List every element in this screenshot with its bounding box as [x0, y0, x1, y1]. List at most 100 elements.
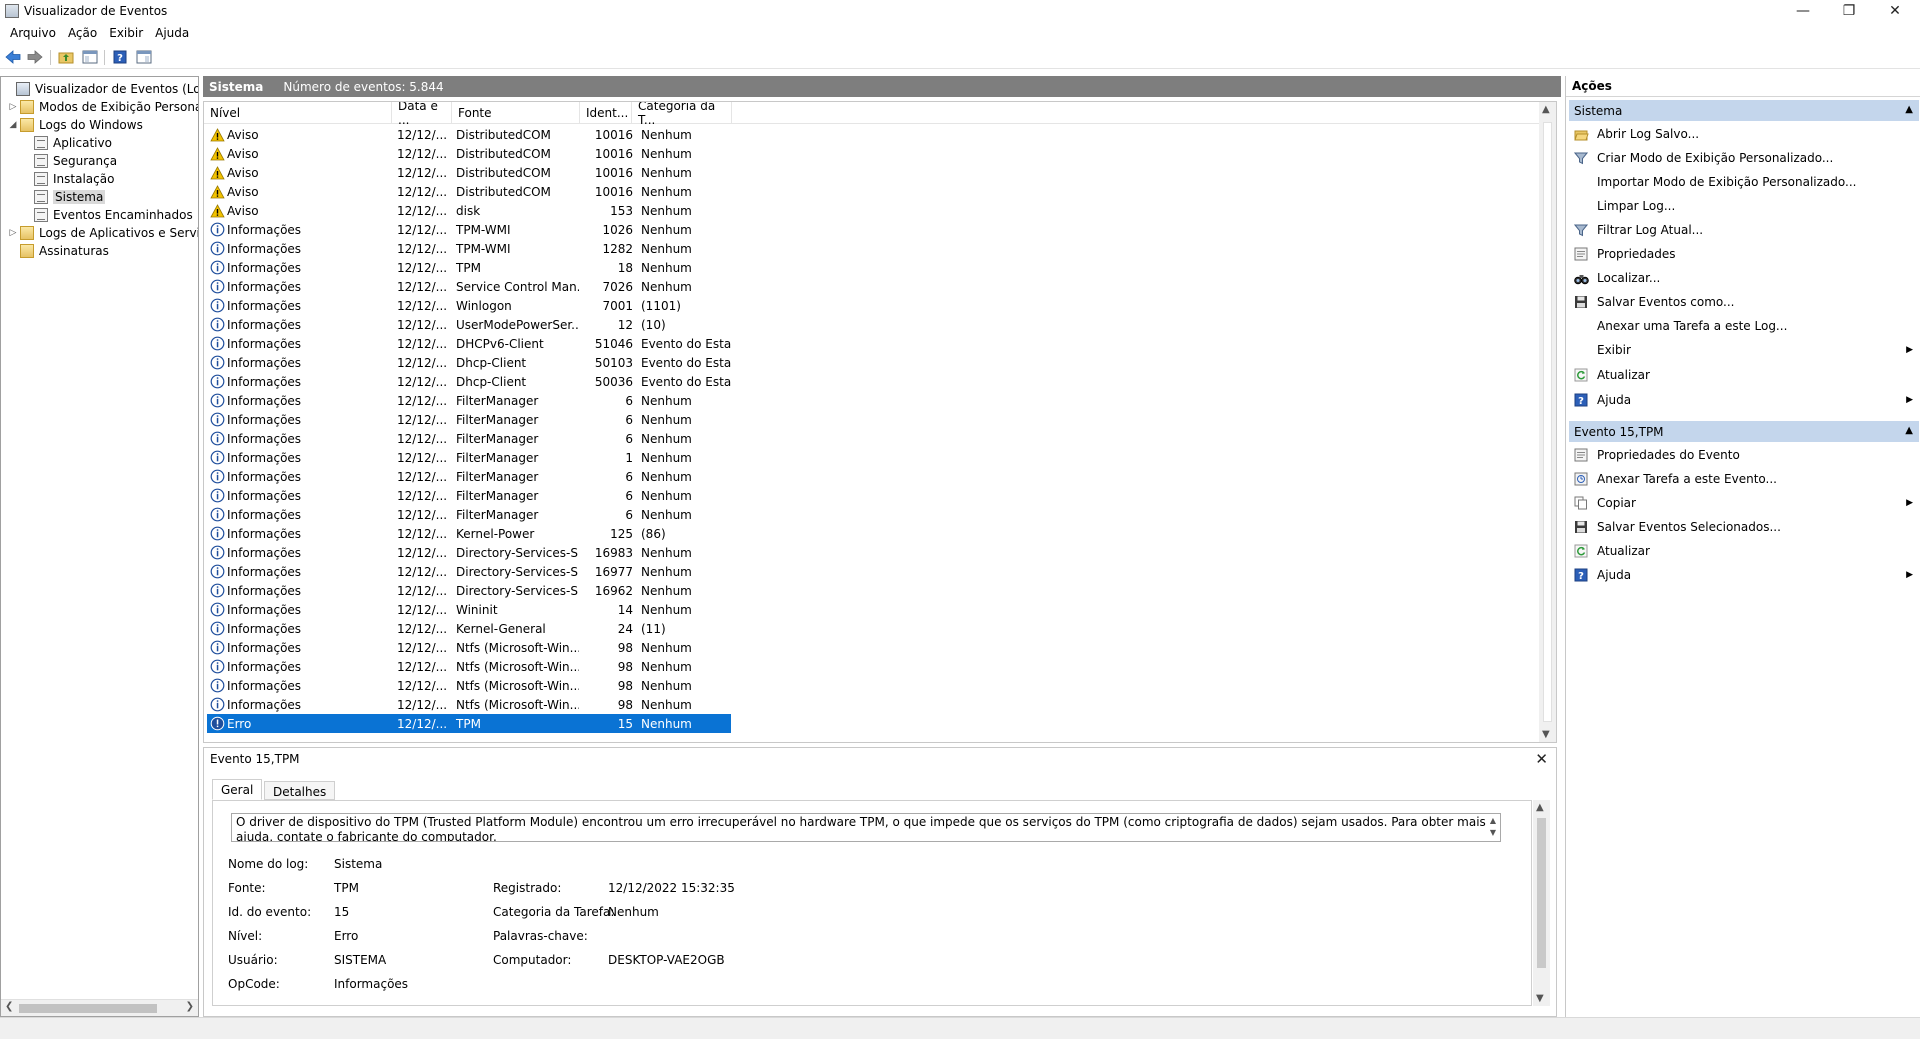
event-row-selected[interactable]: Erro 12/12/... TPM 15 Nenhum [207, 714, 731, 733]
back-arrow-icon[interactable] [4, 48, 22, 66]
collapse-chevron-icon[interactable]: ▲ [1905, 425, 1913, 436]
forward-arrow-icon[interactable] [26, 48, 44, 66]
scroll-down-arrow-icon[interactable]: ▼ [1536, 993, 1544, 1004]
event-row[interactable]: Informações 12/12/... UserModePowerSer... 1… [207, 315, 731, 334]
expand-chevron-icon[interactable]: ▷ [8, 228, 18, 238]
event-row[interactable]: Informações 12/12/... TPM-WMI 1026 Nenhum [207, 220, 731, 239]
event-row[interactable]: Informações 12/12/... FilterManager 6 Nenhum [207, 410, 731, 429]
menu-exibir[interactable]: Exibir [103, 24, 149, 44]
action-salvar-eventos-como[interactable]: Salvar Eventos como... [1569, 292, 1919, 312]
show-hide-tree-icon[interactable] [81, 48, 99, 66]
column-header-task-category[interactable]: Categoria da T... [632, 102, 732, 127]
minimize-button[interactable]: — [1780, 0, 1826, 22]
scroll-down-arrow-icon[interactable]: ▼ [1542, 729, 1550, 740]
action-exibir[interactable]: Exibir ▶ [1569, 340, 1919, 360]
action-limpar-log[interactable]: Limpar Log... [1569, 196, 1919, 216]
help-icon[interactable]: ? [111, 48, 129, 66]
actions-section-event[interactable]: Evento 15,TPM ▲ [1569, 421, 1919, 442]
action-copiar[interactable]: Copiar ▶ [1569, 493, 1919, 513]
event-row[interactable]: Informações 12/12/... Winlogon 7001 (1101) [207, 296, 731, 315]
scroll-right-arrow-icon[interactable]: ❯ [186, 1001, 194, 1012]
show-hide-action-pane-icon[interactable] [135, 48, 153, 66]
collapse-chevron-icon[interactable]: ▲ [1905, 104, 1913, 115]
action-abrir-log-salvo[interactable]: Abrir Log Salvo... [1569, 124, 1919, 144]
close-window-button[interactable]: ✕ [1872, 0, 1918, 22]
action-salvar-eventos-selecionados[interactable]: Salvar Eventos Selecionados... [1569, 517, 1919, 537]
menu-ajuda[interactable]: Ajuda [149, 24, 195, 44]
action-ajuda[interactable]: ? Ajuda ▶ [1569, 565, 1919, 585]
collapse-chevron-icon[interactable]: ◢ [8, 120, 18, 130]
scrollbar-thumb[interactable] [1537, 818, 1546, 968]
event-row[interactable]: Informações 12/12/... Directory-Services-S… [207, 562, 731, 581]
tree-node-eventos-encaminhados[interactable]: Eventos Encaminhados [34, 206, 193, 224]
maximize-button[interactable]: ❐ [1826, 0, 1872, 22]
action-criar-modo-de-exibicao-personalizado[interactable]: Criar Modo de Exibição Personalizado... [1569, 148, 1919, 168]
event-row[interactable]: Informações 12/12/... FilterManager 1 Nenhum [207, 448, 731, 467]
event-row[interactable]: Informações 12/12/... Directory-Services-S… [207, 581, 731, 600]
expand-chevron-icon[interactable]: ▷ [8, 102, 18, 112]
event-row[interactable]: Informações 12/12/... FilterManager 6 Nenhum [207, 391, 731, 410]
event-row[interactable]: Informações 12/12/... Directory-Services-S… [207, 543, 731, 562]
action-propriedades[interactable]: Propriedades [1569, 244, 1919, 264]
event-row[interactable]: Informações 12/12/... FilterManager 6 Nenhum [207, 467, 731, 486]
event-row[interactable]: Informações 12/12/... Dhcp-Client 50103 Even… [207, 353, 731, 372]
event-list-vertical-scrollbar[interactable]: ▲ ▼ [1539, 102, 1556, 742]
event-row[interactable]: Informações 12/12/... FilterManager 6 Nenhum [207, 505, 731, 524]
action-ajuda[interactable]: ? Ajuda ▶ [1569, 390, 1919, 410]
tree-node-custom-views[interactable]: ▷ Modos de Exibição Personali [8, 98, 198, 116]
action-localizar[interactable]: Localizar... [1569, 268, 1919, 288]
event-row[interactable]: Informações 12/12/... Service Control Man.… [207, 277, 731, 296]
event-row[interactable]: Informações 12/12/... Dhcp-Client 50036 Even… [207, 372, 731, 391]
event-row[interactable]: Aviso 12/12/... DistributedCOM 10016 Nenhum [207, 125, 731, 144]
tree-node-windows-logs[interactable]: ◢ Logs do Windows [8, 116, 143, 134]
scroll-up-arrow-icon[interactable]: ▲ [1542, 104, 1550, 115]
event-row[interactable]: Informações 12/12/... Kernel-Power 125 (86) [207, 524, 731, 543]
column-header-id[interactable]: Ident... [580, 102, 632, 124]
tree-node-app-services-logs[interactable]: ▷ Logs de Aplicativos e Serviço [8, 224, 198, 242]
tree-node-seguranca[interactable]: Segurança [34, 152, 117, 170]
action-propriedades-do-evento[interactable]: Propriedades do Evento [1569, 445, 1919, 465]
column-header-level[interactable]: Nível [204, 102, 392, 124]
event-row[interactable]: Informações 12/12/... Kernel-General 24 (11) [207, 619, 731, 638]
column-header-date[interactable]: Data e ... [392, 102, 452, 127]
scrollbar-thumb[interactable] [1543, 122, 1552, 722]
tree-node-subscriptions[interactable]: Assinaturas [8, 242, 109, 260]
close-icon[interactable]: ✕ [1535, 750, 1548, 768]
tree-node-instalacao[interactable]: Instalação [34, 170, 114, 188]
action-anexar-uma-tarefa-a-este-log[interactable]: Anexar uma Tarefa a este Log... [1569, 316, 1919, 336]
event-row[interactable]: Informações 12/12/... FilterManager 6 Nenhum [207, 429, 731, 448]
action-importar-modo-de-exibicao-personalizado[interactable]: Importar Modo de Exibição Personalizado.… [1569, 172, 1919, 192]
scroll-left-arrow-icon[interactable]: ❮ [5, 1001, 13, 1012]
event-row[interactable]: Informações 12/12/... Ntfs (Microsoft-Win.… [207, 657, 731, 676]
menu-arquivo[interactable]: Arquivo [4, 24, 62, 44]
event-row[interactable]: Informações 12/12/... FilterManager 6 Nenhum [207, 486, 731, 505]
event-row[interactable]: Informações 12/12/... Wininit 14 Nenhum [207, 600, 731, 619]
actions-section-sistema[interactable]: Sistema ▲ [1569, 100, 1919, 121]
event-row[interactable]: Aviso 12/12/... disk 153 Nenhum [207, 201, 731, 220]
tree-horizontal-scrollbar[interactable]: ❮ ❯ [1, 999, 198, 1016]
up-folder-icon[interactable] [57, 48, 75, 66]
event-row[interactable]: Aviso 12/12/... DistributedCOM 10016 Nenhum [207, 182, 731, 201]
tree-node-root[interactable]: Visualizador de Eventos (Local) [4, 80, 198, 98]
tab-geral[interactable]: Geral [212, 779, 263, 800]
scroll-up-arrow-icon[interactable]: ▲ [1536, 802, 1544, 813]
event-row[interactable]: Informações 12/12/... TPM-WMI 1282 Nenhum [207, 239, 731, 258]
action-atualizar[interactable]: Atualizar [1569, 541, 1919, 561]
menu-acao[interactable]: Ação [62, 24, 103, 44]
tree-node-sistema[interactable]: Sistema [34, 188, 106, 206]
event-description[interactable]: O driver de dispositivo do TPM (Trusted … [231, 813, 1501, 842]
event-row[interactable]: Aviso 12/12/... DistributedCOM 10016 Nenhum [207, 163, 731, 182]
event-row[interactable]: Informações 12/12/... Ntfs (Microsoft-Win.… [207, 695, 731, 714]
scrollbar-thumb[interactable] [19, 1004, 157, 1013]
action-filtrar-log-atual[interactable]: Filtrar Log Atual... [1569, 220, 1919, 240]
column-header-source[interactable]: Fonte [452, 102, 580, 124]
event-row[interactable]: Informações 12/12/... TPM 18 Nenhum [207, 258, 731, 277]
action-anexar-tarefa-a-este-evento[interactable]: Anexar Tarefa a este Evento... [1569, 469, 1919, 489]
description-scroll-arrows-icon[interactable]: ▲ ▼ [1490, 815, 1496, 839]
detail-vertical-scrollbar[interactable]: ▲ ▼ [1533, 800, 1550, 1006]
tab-detalhes[interactable]: Detalhes [264, 781, 336, 800]
action-atualizar[interactable]: Atualizar [1569, 365, 1919, 385]
event-row[interactable]: Aviso 12/12/... DistributedCOM 10016 Nenhum [207, 144, 731, 163]
tree-node-aplicativo[interactable]: Aplicativo [34, 134, 112, 152]
event-row[interactable]: Informações 12/12/... DHCPv6-Client 51046 Ev… [207, 334, 731, 353]
